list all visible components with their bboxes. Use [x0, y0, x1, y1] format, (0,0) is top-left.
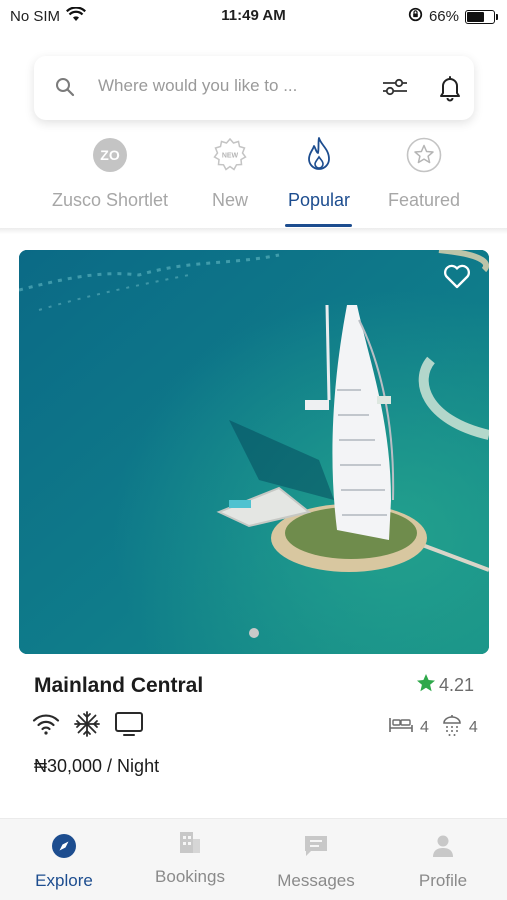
tab-popular[interactable]: Popular: [280, 136, 358, 211]
svg-text:ZO: ZO: [100, 147, 120, 163]
nav-label: Profile: [418, 871, 468, 890]
amenities-row: [32, 711, 144, 742]
tab-label: New: [211, 190, 248, 210]
star-circle-icon: [405, 136, 443, 174]
tab-label: Popular: [287, 190, 351, 210]
chat-icon: [261, 831, 371, 861]
rating-star-icon: [416, 673, 436, 698]
battery-icon: [465, 9, 498, 24]
image-pagination-dot: [249, 628, 259, 638]
tab-featured[interactable]: Featured: [380, 136, 468, 211]
tab-zusco-shortlet[interactable]: ZO Zusco Shortlet: [42, 136, 178, 211]
bed-icon: [388, 715, 414, 740]
nav-label: Messages: [277, 871, 355, 890]
nav-label: Bookings: [155, 867, 225, 886]
listing-title[interactable]: Mainland Central: [34, 674, 203, 698]
rooms-info: 4 4: [388, 714, 478, 741]
battery-percent: 66%: [428, 8, 459, 25]
tab-label: Featured: [387, 190, 461, 210]
person-icon: [388, 831, 498, 861]
tab-new[interactable]: NEW New: [200, 136, 260, 211]
listing-rating: 4.21: [416, 673, 474, 698]
building-icon: [135, 827, 245, 857]
nav-label: Explore: [35, 871, 93, 890]
notification-bell-icon[interactable]: [437, 74, 463, 107]
nav-profile[interactable]: Profile: [388, 831, 498, 891]
search-input[interactable]: Where would you like to ...: [98, 76, 297, 96]
bathroom-count: 4: [468, 718, 478, 736]
nav-bookings[interactable]: Bookings: [135, 827, 245, 887]
listing-photo[interactable]: [19, 250, 489, 654]
status-right: 66%: [408, 7, 498, 26]
snowflake-icon: [74, 711, 100, 742]
bedroom-count: 4: [420, 718, 429, 736]
zusco-logo-icon: ZO: [91, 136, 129, 174]
svg-text:NEW: NEW: [222, 153, 239, 160]
search-bar[interactable]: Where would you like to ...: [34, 56, 474, 120]
flame-icon: [300, 136, 338, 174]
search-icon: [54, 76, 76, 103]
category-tabs: ZO Zusco Shortlet NEW New Popular Featur…: [0, 136, 507, 228]
nav-messages[interactable]: Messages: [261, 831, 371, 891]
tabs-divider: [0, 228, 507, 234]
shower-icon: [441, 714, 463, 741]
status-bar: No SIM 11:49 AM 66%: [0, 0, 507, 32]
bottom-nav: Explore Bookings Messages Profile: [0, 818, 507, 900]
filter-sliders-icon[interactable]: [379, 74, 411, 105]
tab-label: Zusco Shortlet: [51, 190, 169, 210]
rating-value: 4.21: [439, 675, 475, 695]
wifi-icon: [32, 712, 60, 741]
new-badge-icon: NEW: [211, 136, 249, 174]
compass-icon: [9, 831, 119, 861]
nav-explore[interactable]: Explore: [9, 831, 119, 891]
orientation-lock-icon: [408, 7, 423, 26]
tv-icon: [114, 711, 144, 742]
active-tab-indicator: [285, 224, 352, 227]
favorite-heart-icon[interactable]: [443, 263, 471, 294]
listing-price: ₦30,000 / Night: [34, 756, 160, 776]
